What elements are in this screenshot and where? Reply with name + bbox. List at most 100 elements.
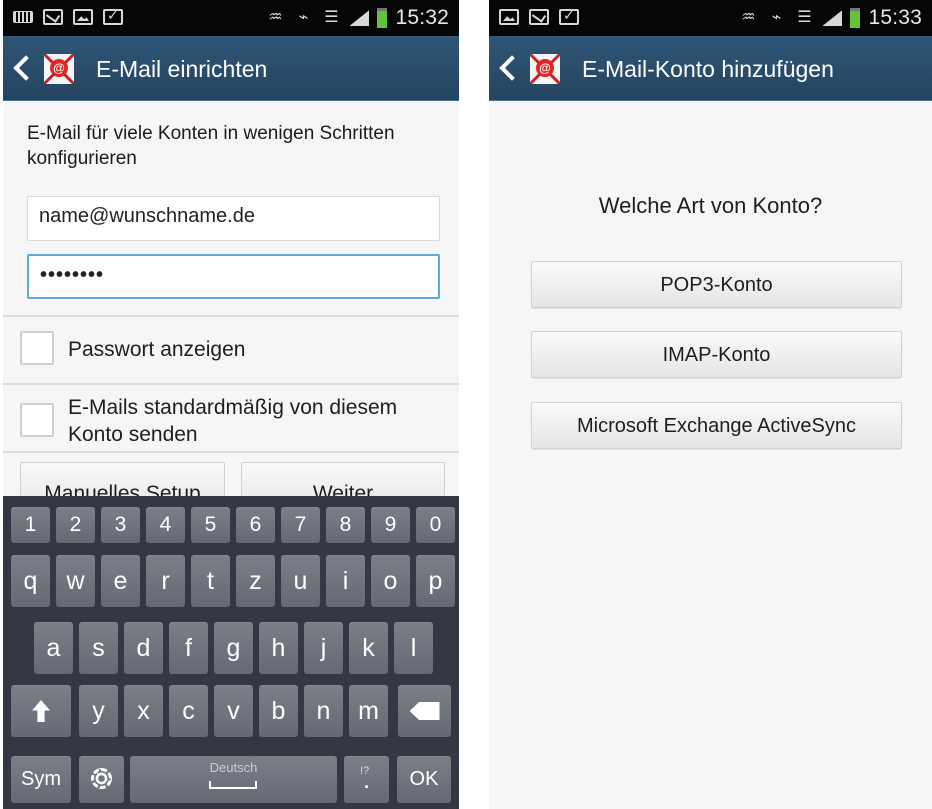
pop3-account-button[interactable]: POP3-Konto [531, 261, 902, 308]
show-password-label: Passwort anzeigen [68, 338, 246, 361]
status-time: 15:33 [868, 6, 922, 29]
key-b[interactable]: b [259, 685, 298, 737]
status-bar: ♒ ⌁ ☰ 15:33 [489, 0, 932, 36]
key-k[interactable]: k [349, 622, 388, 674]
email-app-icon[interactable] [44, 54, 74, 84]
bag-icon [559, 7, 579, 25]
status-bar: ♒ ⌁ ☰ 15:32 [3, 0, 459, 36]
battery-icon [377, 8, 388, 28]
signal-icon [349, 10, 370, 26]
notification-icons [499, 7, 579, 25]
sym-key[interactable]: Sym [11, 756, 71, 803]
back-icon[interactable] [499, 55, 517, 81]
key-z[interactable]: z [236, 555, 275, 607]
right-screen: ♒ ⌁ ☰ 15:33 E-Mail-Konto hinzufügen Welc… [489, 0, 932, 809]
key-p[interactable]: p [416, 555, 455, 607]
imap-account-button[interactable]: IMAP-Konto [531, 331, 902, 378]
key-x[interactable]: x [124, 685, 163, 737]
keyboard-language-label: Deutsch [209, 760, 258, 775]
page-title: E-Mail einrichten [96, 56, 268, 82]
settings-hint: ... [93, 765, 103, 777]
bag-icon [103, 7, 123, 25]
system-icons: ♒ ⌁ ☰ 15:33 [738, 6, 922, 30]
key-1[interactable]: 1 [11, 507, 50, 543]
key-o[interactable]: o [371, 555, 410, 607]
divider [3, 315, 459, 317]
vibrate-icon: ♒ [741, 9, 756, 26]
key-h[interactable]: h [259, 622, 298, 674]
key-q[interactable]: q [11, 555, 50, 607]
default-account-checkbox[interactable] [20, 403, 54, 437]
left-screen: ♒ ⌁ ☰ 15:32 E-Mail einrichten E-Mail für… [3, 0, 459, 809]
shift-key[interactable] [11, 685, 71, 737]
keyboard-icon [13, 11, 33, 23]
key-4[interactable]: 4 [146, 507, 185, 543]
key-f[interactable]: f [169, 622, 208, 674]
status-time: 15:32 [395, 6, 449, 29]
image-icon [499, 9, 519, 25]
vibrate-icon: ♒ [268, 9, 283, 26]
nfc-icon: ⌁ [298, 9, 309, 26]
onscreen-keyboard: Deutsch 1234567890 qwertzuiop asdfghjkl yxc… [3, 496, 459, 809]
backspace-icon [409, 702, 440, 720]
email-app-icon[interactable] [530, 54, 560, 84]
show-password-option[interactable]: Passwort anzeigen [20, 331, 450, 371]
divider [3, 383, 459, 385]
key-c[interactable]: c [169, 685, 208, 737]
key-9[interactable]: 9 [371, 507, 410, 543]
back-icon[interactable] [13, 55, 31, 81]
key-w[interactable]: w [56, 555, 95, 607]
key-t[interactable]: t [191, 555, 230, 607]
key-7[interactable]: 7 [281, 507, 320, 543]
key-d[interactable]: d [124, 622, 163, 674]
default-account-label: E-Mails standardmäßig von diesem Konto s… [68, 396, 398, 446]
mail-icon [43, 9, 63, 25]
punctuation-key[interactable]: !?. [344, 756, 389, 803]
default-account-option[interactable]: E-Mails standardmäßig von diesem Konto s… [20, 394, 450, 450]
page-title: E-Mail-Konto hinzufügen [582, 56, 834, 82]
battery-icon [850, 8, 861, 28]
ok-key[interactable]: OK [397, 756, 451, 803]
key-5[interactable]: 5 [191, 507, 230, 543]
system-icons: ♒ ⌁ ☰ 15:32 [265, 6, 449, 30]
key-m[interactable]: m [349, 685, 388, 737]
key-6[interactable]: 6 [236, 507, 275, 543]
wifi-icon: ☰ [324, 9, 339, 26]
notification-icons [13, 7, 123, 25]
key-l[interactable]: l [394, 622, 433, 674]
wifi-icon: ☰ [797, 9, 812, 26]
key-g[interactable]: g [214, 622, 253, 674]
space-icon [209, 781, 257, 789]
nfc-icon: ⌁ [771, 9, 782, 26]
email-field[interactable]: name@wunschname.de [27, 196, 440, 241]
key-a[interactable]: a [34, 622, 73, 674]
image-icon [73, 9, 93, 25]
key-e[interactable]: e [101, 555, 140, 607]
key-y[interactable]: y [79, 685, 118, 737]
signal-icon [822, 10, 843, 26]
backspace-key[interactable] [398, 685, 451, 737]
space-key[interactable]: Deutsch [130, 756, 337, 803]
exchange-activesync-button[interactable]: Microsoft Exchange ActiveSync [531, 402, 902, 449]
show-password-checkbox[interactable] [20, 331, 54, 365]
shift-icon [32, 700, 50, 722]
key-r[interactable]: r [146, 555, 185, 607]
divider [3, 451, 459, 453]
settings-key[interactable]: ... [79, 756, 124, 803]
key-2[interactable]: 2 [56, 507, 95, 543]
key-8[interactable]: 8 [326, 507, 365, 543]
key-0[interactable]: 0 [416, 507, 455, 543]
action-bar: E-Mail einrichten [3, 36, 459, 101]
key-u[interactable]: u [281, 555, 320, 607]
key-j[interactable]: j [304, 622, 343, 674]
key-n[interactable]: n [304, 685, 343, 737]
account-type-question: Welche Art von Konto? [598, 193, 823, 218]
key-s[interactable]: s [79, 622, 118, 674]
key-i[interactable]: i [326, 555, 365, 607]
key-3[interactable]: 3 [101, 507, 140, 543]
key-v[interactable]: v [214, 685, 253, 737]
mail-icon [529, 9, 549, 25]
action-bar: E-Mail-Konto hinzufügen [489, 36, 932, 101]
password-field[interactable]: •••••••• [27, 254, 440, 299]
setup-description: E-Mail für viele Konten in wenigen Schri… [27, 123, 395, 169]
